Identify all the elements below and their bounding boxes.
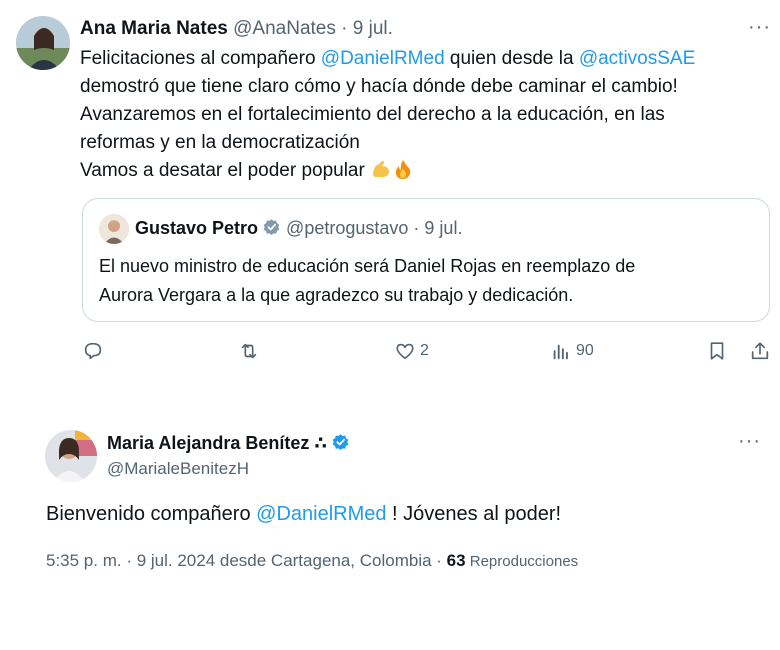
tweet-ana-maria-nates[interactable]: Ana Maria Nates @AnaNates · 9 jul. ··· F… (0, 0, 780, 385)
like-button[interactable]: 2 (394, 340, 429, 362)
author-name: Gustavo Petro (135, 218, 259, 238)
bookmark-button[interactable] (706, 340, 728, 362)
author-handle[interactable]: @AnaNates (233, 18, 336, 39)
text-line: demostró que tiene claro cómo y hacía dó… (80, 76, 678, 97)
verified-badge-icon (332, 434, 349, 451)
tweet-actions: 2 90 (0, 340, 780, 370)
tweet-meta: 5:35 p. m. · 9 jul. 2024 desde Cartagena… (46, 551, 578, 571)
author-handle: @petrogustavo (286, 218, 409, 238)
author-handle[interactable]: @MarialeBenitezH (107, 459, 249, 479)
quoted-tweet-header: Gustavo Petro @petrogustavo · 9 jul. (135, 218, 462, 239)
tweet-date: 9 jul. (424, 218, 463, 238)
text-segment: Bienvenido compañero (46, 503, 257, 525)
mention-link[interactable]: @activosSAE (579, 48, 695, 69)
heart-icon (396, 343, 414, 360)
separator-dot: · (341, 18, 348, 39)
tweet-text: Felicitaciones al compañero @DanielRMed … (80, 45, 695, 185)
share-icon (751, 342, 769, 360)
flexed-biceps-icon (373, 160, 390, 177)
tweet-text: Bienvenido compañero @DanielRMed ! Jóven… (46, 503, 561, 526)
text-line: Vamos a desatar el poder popular (80, 160, 371, 181)
verified-badge-icon (263, 219, 280, 236)
retweet-button[interactable] (238, 340, 260, 362)
text-line: Avanzaremos en el fortalecimiento del de… (80, 104, 665, 125)
text-segment: Felicitaciones al compañero (80, 48, 321, 69)
mention-link[interactable]: @DanielRMed (321, 48, 445, 69)
tweet-header: Ana Maria Nates @AnaNates · 9 jul. (80, 18, 393, 40)
reply-icon (84, 342, 102, 360)
fire-icon (395, 160, 411, 179)
share-button[interactable] (749, 340, 771, 362)
author-name[interactable]: Maria Alejandra Benítez ∴ (107, 433, 327, 453)
tweet-date[interactable]: 9 jul. (353, 18, 393, 39)
avatar[interactable] (45, 430, 97, 482)
reply-button[interactable] (82, 340, 104, 362)
text-segment: quien desde la (444, 48, 579, 69)
more-options-icon[interactable]: ··· (738, 430, 761, 453)
views-count: 63 (446, 551, 466, 570)
tweet-timestamp[interactable]: 5:35 p. m. · 9 jul. 2024 desde Cartagena… (46, 551, 447, 570)
author-name[interactable]: Ana Maria Nates (80, 18, 228, 39)
analytics-icon (553, 344, 568, 360)
avatar[interactable] (99, 214, 129, 244)
text-segment: ! Jóvenes al poder! (386, 503, 562, 525)
separator-dot: · (413, 218, 420, 238)
mention-link[interactable]: @DanielRMed (256, 503, 386, 525)
bookmark-icon (710, 342, 724, 360)
text-line: reformas y en la democratización (80, 132, 360, 153)
views-button[interactable]: 90 (550, 340, 594, 362)
tweet-header: Maria Alejandra Benítez ∴ (107, 433, 350, 454)
views-count: 90 (576, 342, 594, 359)
more-options-icon[interactable]: ··· (748, 16, 771, 39)
text-line: Aurora Vergara a la que agradezco su tra… (99, 285, 574, 305)
avatar[interactable] (16, 16, 70, 70)
quoted-tweet-text: El nuevo ministro de educación será Dani… (99, 252, 635, 310)
text-line: El nuevo ministro de educación será Dani… (99, 256, 636, 276)
like-count: 2 (420, 342, 429, 359)
retweet-icon (241, 343, 257, 359)
views-label: Reproducciones (465, 553, 579, 570)
